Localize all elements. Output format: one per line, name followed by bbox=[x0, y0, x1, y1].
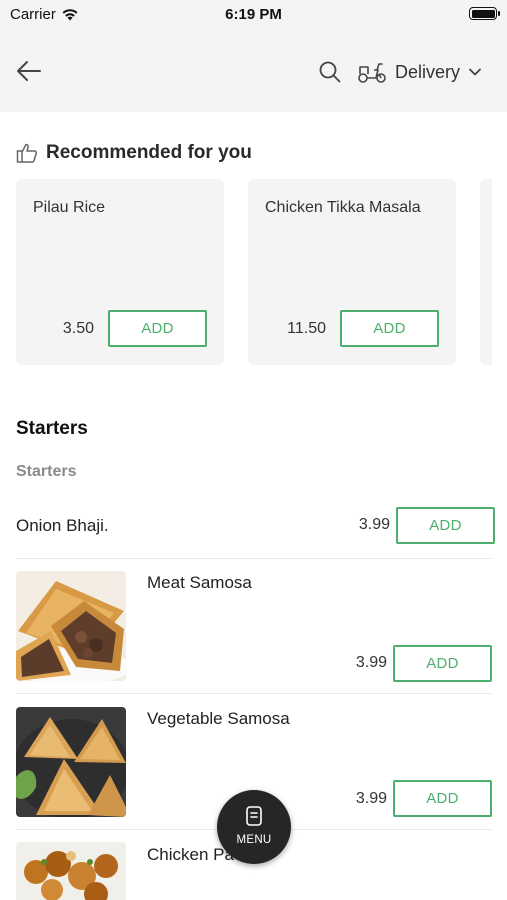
status-time: 6:19 PM bbox=[225, 6, 282, 23]
divider bbox=[16, 558, 492, 559]
recommended-title: Recommended for you bbox=[46, 142, 252, 163]
delivery-mode-selector[interactable]: Delivery bbox=[357, 59, 482, 85]
menu-item-image bbox=[16, 571, 126, 681]
menu-item-price: 3.99 bbox=[355, 654, 387, 671]
menu-fab-button[interactable]: MENU bbox=[217, 790, 291, 864]
recommended-item-price: 3.50 bbox=[62, 320, 94, 337]
delivery-label: Delivery bbox=[395, 61, 461, 82]
recommended-item-name: Pilau Rice bbox=[33, 199, 106, 216]
menu-list-icon bbox=[246, 806, 262, 826]
recommended-heading: Recommended for you bbox=[16, 142, 252, 164]
battery-icon bbox=[469, 7, 500, 20]
recommended-item-price: 11.50 bbox=[287, 320, 326, 337]
divider bbox=[16, 693, 492, 694]
top-header: Delivery bbox=[0, 30, 507, 112]
scooter-icon bbox=[358, 63, 386, 83]
thumbs-up-icon bbox=[16, 143, 38, 163]
search-button[interactable] bbox=[318, 60, 342, 84]
menu-item-name: Vegetable Samosa bbox=[147, 709, 290, 728]
recommended-card[interactable]: Chicken Tikka Masala 11.50 ADD bbox=[248, 179, 456, 365]
recommended-card[interactable]: Pilau Rice 3.50 ADD bbox=[16, 179, 224, 365]
menu-item-image bbox=[16, 707, 126, 817]
add-button[interactable]: ADD bbox=[340, 310, 439, 347]
menu-fab-label: MENU bbox=[236, 834, 272, 846]
menu-item-price: 3.99 bbox=[358, 516, 390, 533]
back-button[interactable] bbox=[14, 56, 44, 86]
add-button[interactable]: ADD bbox=[393, 780, 492, 817]
add-button[interactable]: ADD bbox=[396, 507, 495, 544]
menu-item-name: Onion Bhaji. bbox=[16, 516, 109, 535]
add-button[interactable]: ADD bbox=[393, 645, 492, 682]
recommended-card-partial[interactable] bbox=[480, 179, 492, 365]
chevron-down-icon bbox=[469, 68, 481, 76]
section-title: Starters bbox=[16, 418, 88, 439]
category-title: Starters bbox=[16, 463, 77, 480]
menu-item-name: Chicken Pa bbox=[147, 845, 234, 864]
menu-item-image bbox=[16, 842, 126, 900]
recommended-item-name: Chicken Tikka Masala bbox=[265, 199, 421, 216]
menu-item-name: Meat Samosa bbox=[147, 573, 252, 592]
add-button[interactable]: ADD bbox=[108, 310, 207, 347]
recommended-carousel[interactable]: Pilau Rice 3.50 ADD Chicken Tikka Masala… bbox=[16, 179, 492, 365]
status-bar: Carrier 6:19 PM bbox=[0, 0, 507, 30]
back-arrow-icon bbox=[17, 61, 41, 81]
menu-item-price: 3.99 bbox=[355, 790, 387, 807]
search-icon bbox=[319, 61, 341, 83]
